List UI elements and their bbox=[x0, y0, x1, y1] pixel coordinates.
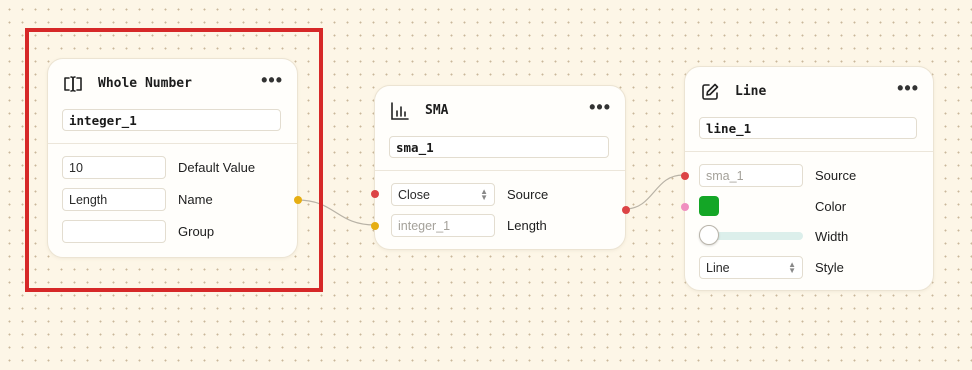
source-select-value: Close bbox=[398, 188, 430, 202]
bar-chart-icon bbox=[389, 100, 411, 122]
color-label: Color bbox=[815, 199, 847, 214]
length-label: Length bbox=[507, 218, 547, 233]
source-label: Source bbox=[815, 168, 857, 183]
group-input[interactable] bbox=[62, 220, 166, 243]
source-select[interactable]: Close ▲ ▼ bbox=[391, 183, 495, 206]
source-input-port[interactable] bbox=[371, 190, 379, 198]
color-input-port[interactable] bbox=[681, 203, 689, 211]
node-header: Line ••• line_1 bbox=[685, 67, 933, 152]
select-arrows-icon: ▲ ▼ bbox=[788, 260, 796, 275]
group-label: Group bbox=[178, 224, 215, 239]
more-options-button[interactable]: ••• bbox=[261, 71, 283, 89]
edge-integer-to-sma-length[interactable] bbox=[296, 199, 376, 226]
node-name-input[interactable]: integer_1 bbox=[62, 109, 281, 131]
more-options-button[interactable]: ••• bbox=[589, 98, 611, 116]
length-input[interactable]: integer_1 bbox=[391, 214, 495, 237]
width-label: Width bbox=[815, 229, 849, 244]
select-arrows-icon: ▲ ▼ bbox=[480, 187, 488, 202]
style-select-value: Line bbox=[706, 261, 730, 275]
more-options-button[interactable]: ••• bbox=[897, 79, 919, 97]
edit-square-icon bbox=[699, 81, 721, 103]
node-name-input[interactable]: sma_1 bbox=[389, 136, 609, 158]
output-port[interactable] bbox=[622, 206, 630, 214]
source-input-port[interactable] bbox=[681, 172, 689, 180]
node-title: SMA bbox=[425, 103, 449, 118]
input-cursor-icon bbox=[62, 73, 84, 95]
style-label: Style bbox=[815, 260, 844, 275]
width-slider-thumb[interactable] bbox=[699, 225, 719, 245]
default-value-input[interactable]: 10 bbox=[62, 156, 166, 179]
name-label: Name bbox=[178, 192, 213, 207]
sma-node[interactable]: SMA ••• sma_1 Close ▲ ▼ Source integer_1 … bbox=[371, 85, 630, 250]
source-input[interactable]: sma_1 bbox=[699, 164, 803, 187]
line-node[interactable]: Line ••• line_1 sma_1 Source Color Width… bbox=[681, 66, 934, 291]
node-title: Whole Number bbox=[98, 76, 192, 91]
color-swatch[interactable] bbox=[699, 196, 719, 216]
whole-number-node[interactable]: Whole Number ••• integer_1 10 Default Va… bbox=[47, 58, 302, 258]
node-name-input[interactable]: line_1 bbox=[699, 117, 917, 139]
style-select[interactable]: Line ▲ ▼ bbox=[699, 256, 803, 279]
edge-sma-to-line-source[interactable] bbox=[624, 174, 684, 210]
source-label: Source bbox=[507, 187, 549, 202]
node-header: SMA ••• sma_1 bbox=[375, 86, 625, 171]
name-input[interactable]: Length bbox=[62, 188, 166, 211]
node-title: Line bbox=[735, 84, 767, 99]
node-header: Whole Number ••• integer_1 bbox=[48, 59, 297, 144]
length-input-port[interactable] bbox=[371, 222, 379, 230]
default-value-label: Default Value bbox=[178, 160, 256, 175]
output-port[interactable] bbox=[294, 196, 302, 204]
